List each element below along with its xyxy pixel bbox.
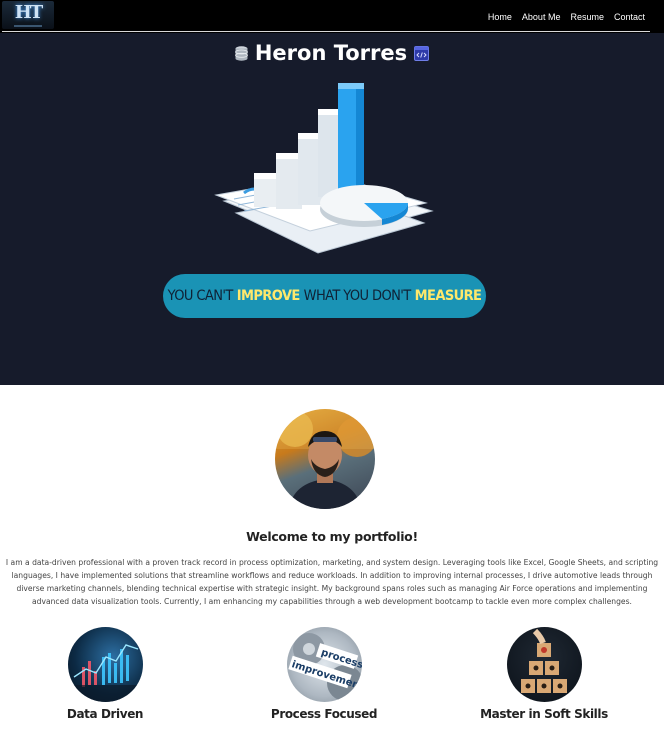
feature-label: Master in Soft Skills: [480, 707, 608, 721]
database-icon: [234, 45, 248, 61]
page-title: Heron Torres: [254, 41, 408, 65]
nav-divider: [2, 31, 650, 32]
top-nav: HT Home About Me Resume Contact: [0, 0, 664, 33]
logo-text: HT: [14, 2, 43, 23]
profile-photo: [275, 409, 375, 509]
feature-label: Process Focused: [270, 707, 378, 721]
hero-title: Heron Torres: [0, 41, 664, 65]
code-window-icon: [414, 45, 430, 61]
bio-paragraph: I am a data-driven professional with a p…: [5, 558, 659, 606]
slogan-part-3: WHAT YOU DON'T: [303, 288, 412, 304]
nav-link-contact[interactable]: Contact: [614, 12, 645, 22]
nav-links: Home About Me Resume Contact: [488, 12, 645, 22]
blocks-image: [506, 627, 582, 702]
slogan-banner: YOU CAN'T IMPROVE WHAT YOU DON'T MEASURE: [163, 274, 486, 318]
feature-label: Data Driven: [66, 707, 144, 721]
feature-soft-skills: Master in Soft Skills: [464, 627, 624, 721]
feature-data-driven: Data Driven: [25, 627, 185, 721]
nav-link-home[interactable]: Home: [488, 12, 512, 22]
data-chart-image: [67, 627, 143, 702]
logo-underline: [14, 25, 42, 27]
slogan-highlight-improve: IMPROVE: [236, 288, 301, 304]
welcome-heading: Welcome to my portfolio!: [246, 529, 418, 544]
slogan-highlight-measure: MEASURE: [414, 288, 482, 304]
gears-image: process improvement: [286, 627, 362, 702]
slogan-part-1: YOU CAN'T: [167, 288, 234, 304]
nav-link-about-me[interactable]: About Me: [522, 12, 561, 22]
feature-process-focused: process improvement Process Focused: [244, 627, 404, 721]
nav-link-resume[interactable]: Resume: [570, 12, 604, 22]
site-logo[interactable]: HT: [2, 1, 54, 29]
hero-section: Heron Torres YOU CAN'T IMPROVE WHAT YOU …: [0, 33, 664, 385]
bar-chart-illustration: [214, 81, 436, 259]
